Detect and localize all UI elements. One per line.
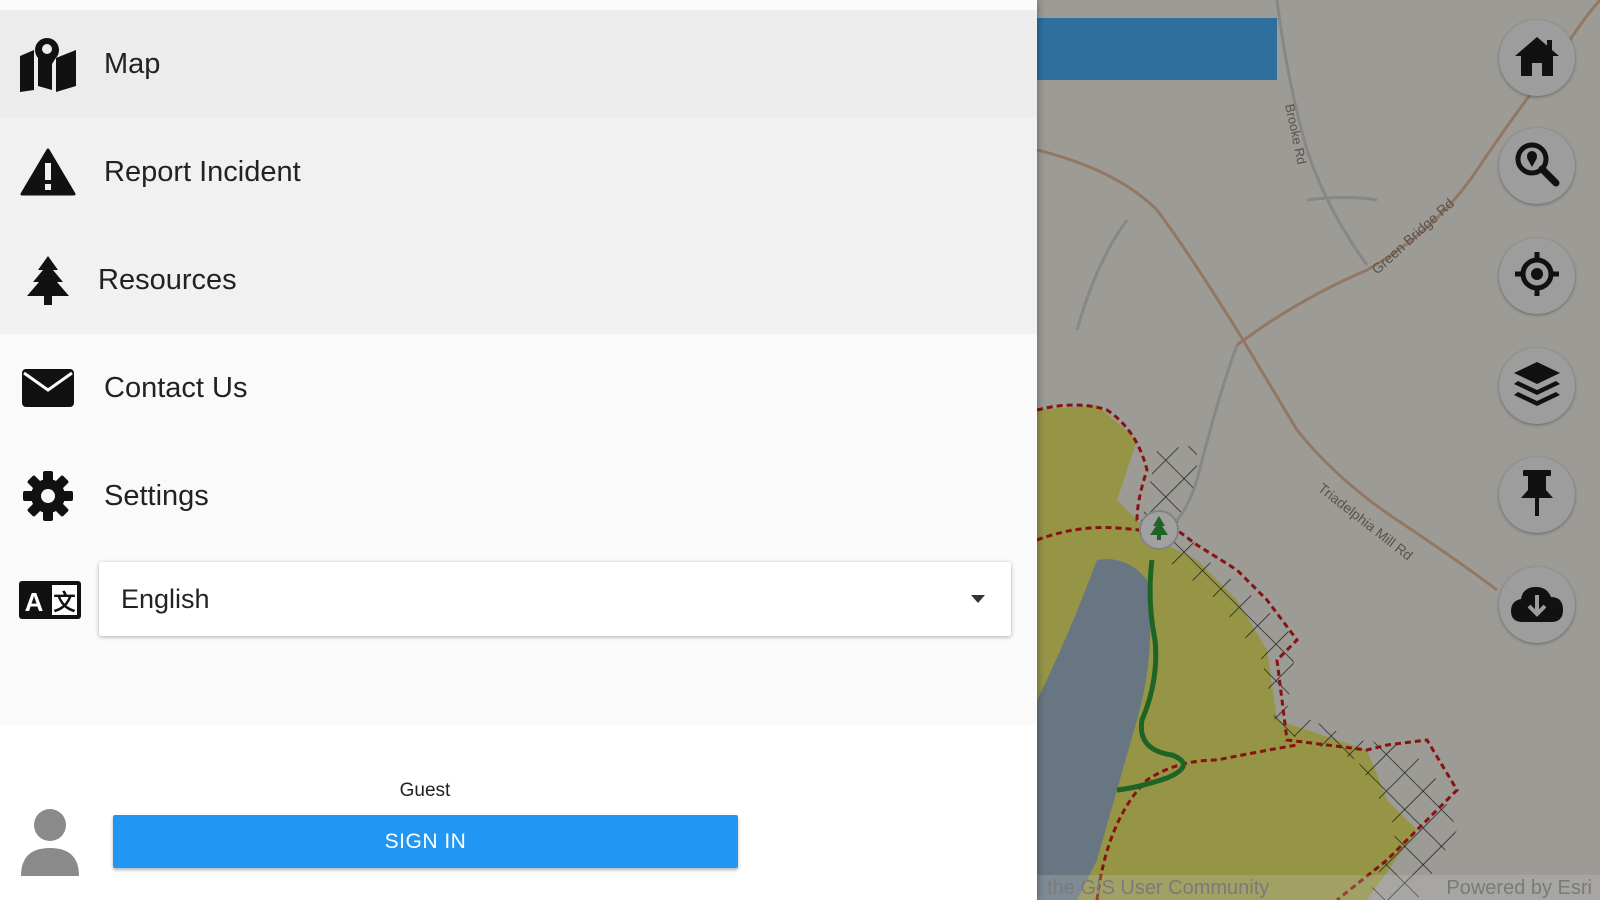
language-row: A 文 English <box>0 550 1037 725</box>
esri-attribution-link[interactable]: Powered by Esri <box>1446 877 1592 900</box>
download-button[interactable] <box>1499 567 1575 643</box>
locate-icon <box>1513 250 1561 303</box>
menu-item-label: Resources <box>98 263 237 296</box>
menu-item-label: Map <box>104 47 161 80</box>
menu-item-label: Report Incident <box>104 155 301 188</box>
language-icon: A 文 <box>18 580 82 620</box>
menu-item-report-incident[interactable]: Report Incident <box>0 118 1037 226</box>
menu-item-contact-us[interactable]: Contact Us <box>0 334 1037 442</box>
layers-button[interactable] <box>1499 348 1575 424</box>
menu-item-resources[interactable]: Resources <box>0 226 1037 334</box>
pin-button[interactable] <box>1499 457 1575 533</box>
menu-item-map[interactable]: Map <box>0 10 1037 118</box>
home-icon <box>1512 34 1562 83</box>
locate-button[interactable] <box>1499 238 1575 314</box>
menu-item-label: Contact Us <box>104 371 248 404</box>
gear-icon <box>18 466 78 526</box>
svg-text:A: A <box>25 587 44 617</box>
menu-item-settings[interactable]: Settings <box>0 442 1037 550</box>
map-attribution: the GIS User Community Powered by Esri <box>1037 875 1600 900</box>
envelope-icon <box>18 358 78 418</box>
menu-item-label: Settings <box>104 479 209 512</box>
tree-icon <box>18 250 78 310</box>
warning-icon <box>18 142 78 202</box>
navigation-drawer: Map Report Incident Resources Contact Us… <box>0 0 1037 900</box>
chevron-down-icon <box>971 595 985 603</box>
map-title-bar <box>1037 18 1277 80</box>
language-select[interactable]: English <box>99 562 1011 636</box>
home-button[interactable] <box>1499 20 1575 96</box>
sign-in-button[interactable]: SIGN IN <box>113 815 738 868</box>
layers-icon <box>1512 360 1562 413</box>
attribution-text: the GIS User Community <box>1047 877 1270 899</box>
svg-text:文: 文 <box>53 590 76 615</box>
search-icon <box>1514 141 1560 192</box>
user-icon <box>18 808 82 878</box>
map-icon <box>18 34 78 94</box>
search-button[interactable] <box>1499 128 1575 204</box>
map-view[interactable]: Brooke Rd Green Bridge Rd Triadelphia Mi… <box>1037 0 1600 900</box>
user-name: Guest <box>399 780 451 801</box>
pin-icon <box>1517 468 1557 523</box>
language-select-value: English <box>121 583 210 614</box>
drawer-top-strip <box>0 0 1037 10</box>
cloud-download-icon <box>1509 582 1565 629</box>
